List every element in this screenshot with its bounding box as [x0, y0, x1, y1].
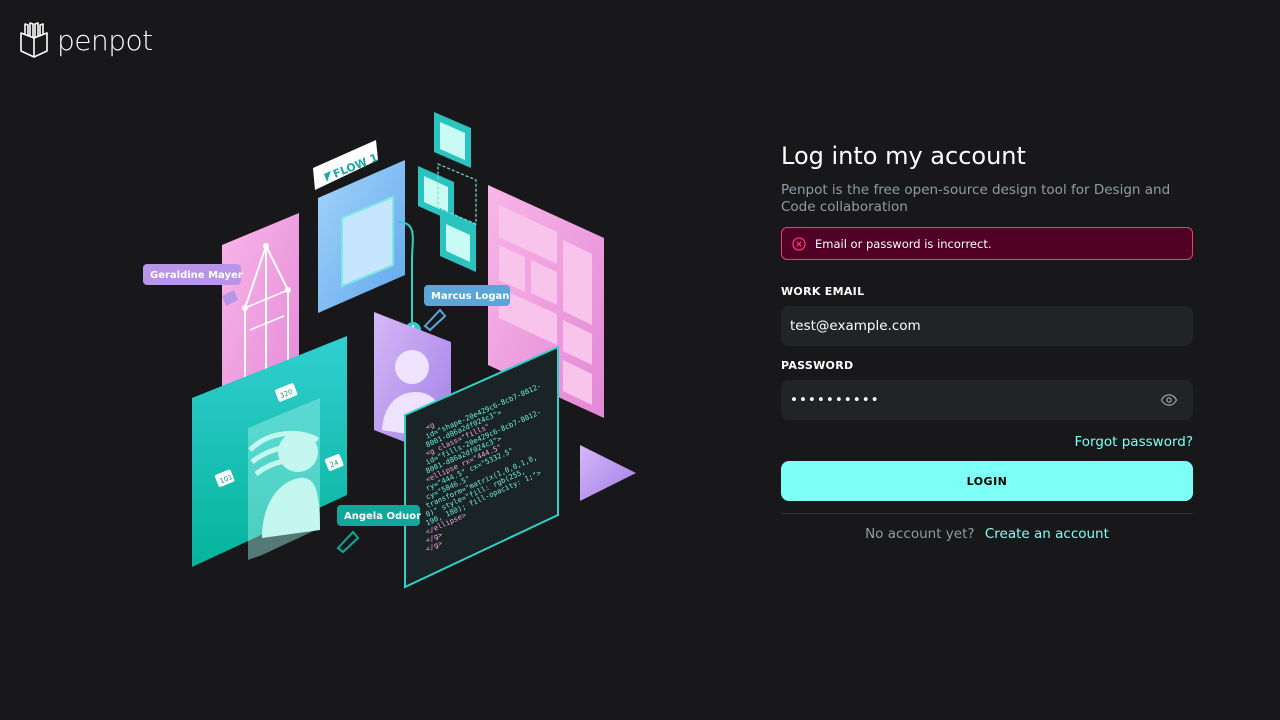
create-account-link[interactable]: Create an account — [985, 526, 1109, 542]
forgot-password-link[interactable]: Forgot password? — [1074, 434, 1193, 450]
password-field[interactable] — [790, 392, 1160, 408]
penpot-logo-icon — [20, 22, 48, 58]
login-form: Log into my account Penpot is the free o… — [781, 140, 1193, 542]
page-title: Log into my account — [781, 142, 1026, 170]
password-label: PASSWORD — [781, 359, 854, 372]
floating-tiles — [418, 112, 477, 272]
page-subtitle: Penpot is the free open-source design to… — [781, 182, 1171, 215]
play-icon — [580, 445, 636, 501]
email-field-wrapper[interactable] — [781, 306, 1193, 346]
error-message: Email or password is incorrect. — [815, 236, 992, 251]
login-page: penpot FLOW 1 320 101 24 <g id="shape-20… — [0, 0, 1280, 720]
password-field-wrapper[interactable] — [781, 380, 1193, 420]
email-label: WORK EMAIL — [781, 285, 865, 298]
forgot-password-row: Forgot password? — [781, 433, 1193, 450]
user-tag-angela-label: Angela Oduor — [344, 511, 421, 522]
email-field[interactable] — [790, 318, 1184, 334]
blue-frame-panel — [318, 160, 405, 313]
user-tag-geraldine: Geraldine Mayer — [143, 264, 243, 306]
teal-portrait-panel: 320 101 24 — [192, 336, 347, 567]
no-account-text: No account yet? — [865, 526, 975, 542]
user-tag-geraldine-label: Geraldine Mayer — [150, 270, 243, 281]
hero-illustration: FLOW 1 320 101 24 <gid="shape-20e429c6-8… — [143, 112, 636, 589]
login-button[interactable]: LOGIN — [781, 461, 1193, 501]
penpot-logo[interactable]: penpot — [19, 21, 153, 59]
divider — [781, 513, 1193, 514]
user-tag-marcus-label: Marcus Logan — [431, 291, 509, 302]
error-icon — [792, 236, 806, 251]
show-password-eye-icon[interactable] — [1160, 391, 1178, 409]
error-alert: Email or password is incorrect. — [781, 227, 1193, 260]
signup-row: No account yet? Create an account — [781, 526, 1193, 542]
logo-text: penpot — [57, 23, 153, 57]
